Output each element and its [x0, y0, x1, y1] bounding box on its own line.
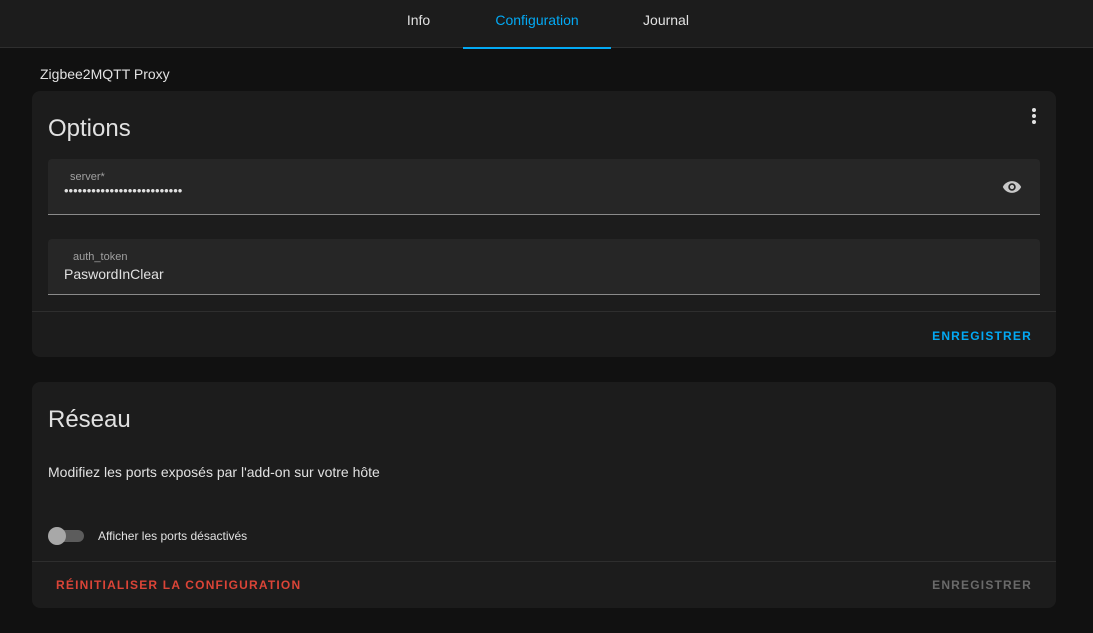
tab-journal[interactable]: Journal: [611, 0, 721, 48]
tab-journal-label: Journal: [643, 12, 689, 28]
eye-icon[interactable]: [1002, 177, 1022, 197]
eye-icon-svg: [1002, 181, 1022, 193]
options-card: Options server* ••••••••••••••••••••••••…: [32, 91, 1056, 357]
options-card-divider: [32, 311, 1056, 312]
server-field-label: server*: [70, 171, 105, 183]
tab-info-label: Info: [406, 12, 431, 28]
auth-token-field[interactable]: auth_token PaswordInClear: [48, 239, 1040, 295]
toggle-knob: [48, 527, 66, 545]
addon-name: Zigbee2MQTT Proxy: [40, 66, 170, 82]
more-vertical-icon-svg: [1032, 108, 1036, 124]
tab-bar: Info Configuration Journal: [0, 0, 1093, 49]
auth-token-field-label: auth_token: [73, 251, 128, 263]
options-card-title: Options: [48, 115, 131, 142]
network-card: Réseau Modifiez les ports exposés par l'…: [32, 382, 1056, 608]
network-card-title: Réseau: [48, 406, 131, 433]
server-field-value: ••••••••••••••••••••••••••: [64, 183, 183, 198]
active-tab-indicator: [463, 47, 611, 49]
tab-info[interactable]: Info: [374, 0, 463, 48]
show-disabled-ports-label: Afficher les ports désactivés: [98, 529, 248, 543]
server-field[interactable]: server* ••••••••••••••••••••••••••: [48, 159, 1040, 215]
auth-token-field-value: PaswordInClear: [64, 266, 164, 282]
network-save-button[interactable]: ENREGISTRER: [932, 578, 1032, 592]
show-disabled-ports-toggle[interactable]: [48, 527, 84, 545]
more-vertical-icon[interactable]: [1030, 107, 1038, 125]
tab-configuration[interactable]: Configuration: [463, 0, 611, 49]
network-description: Modifiez les ports exposés par l'add-on …: [48, 464, 380, 480]
options-save-button[interactable]: ENREGISTRER: [932, 329, 1032, 343]
tab-configuration-label: Configuration: [495, 12, 579, 28]
reset-configuration-button[interactable]: RÉINITIALISER LA CONFIGURATION: [56, 578, 301, 592]
network-card-divider: [32, 561, 1056, 562]
